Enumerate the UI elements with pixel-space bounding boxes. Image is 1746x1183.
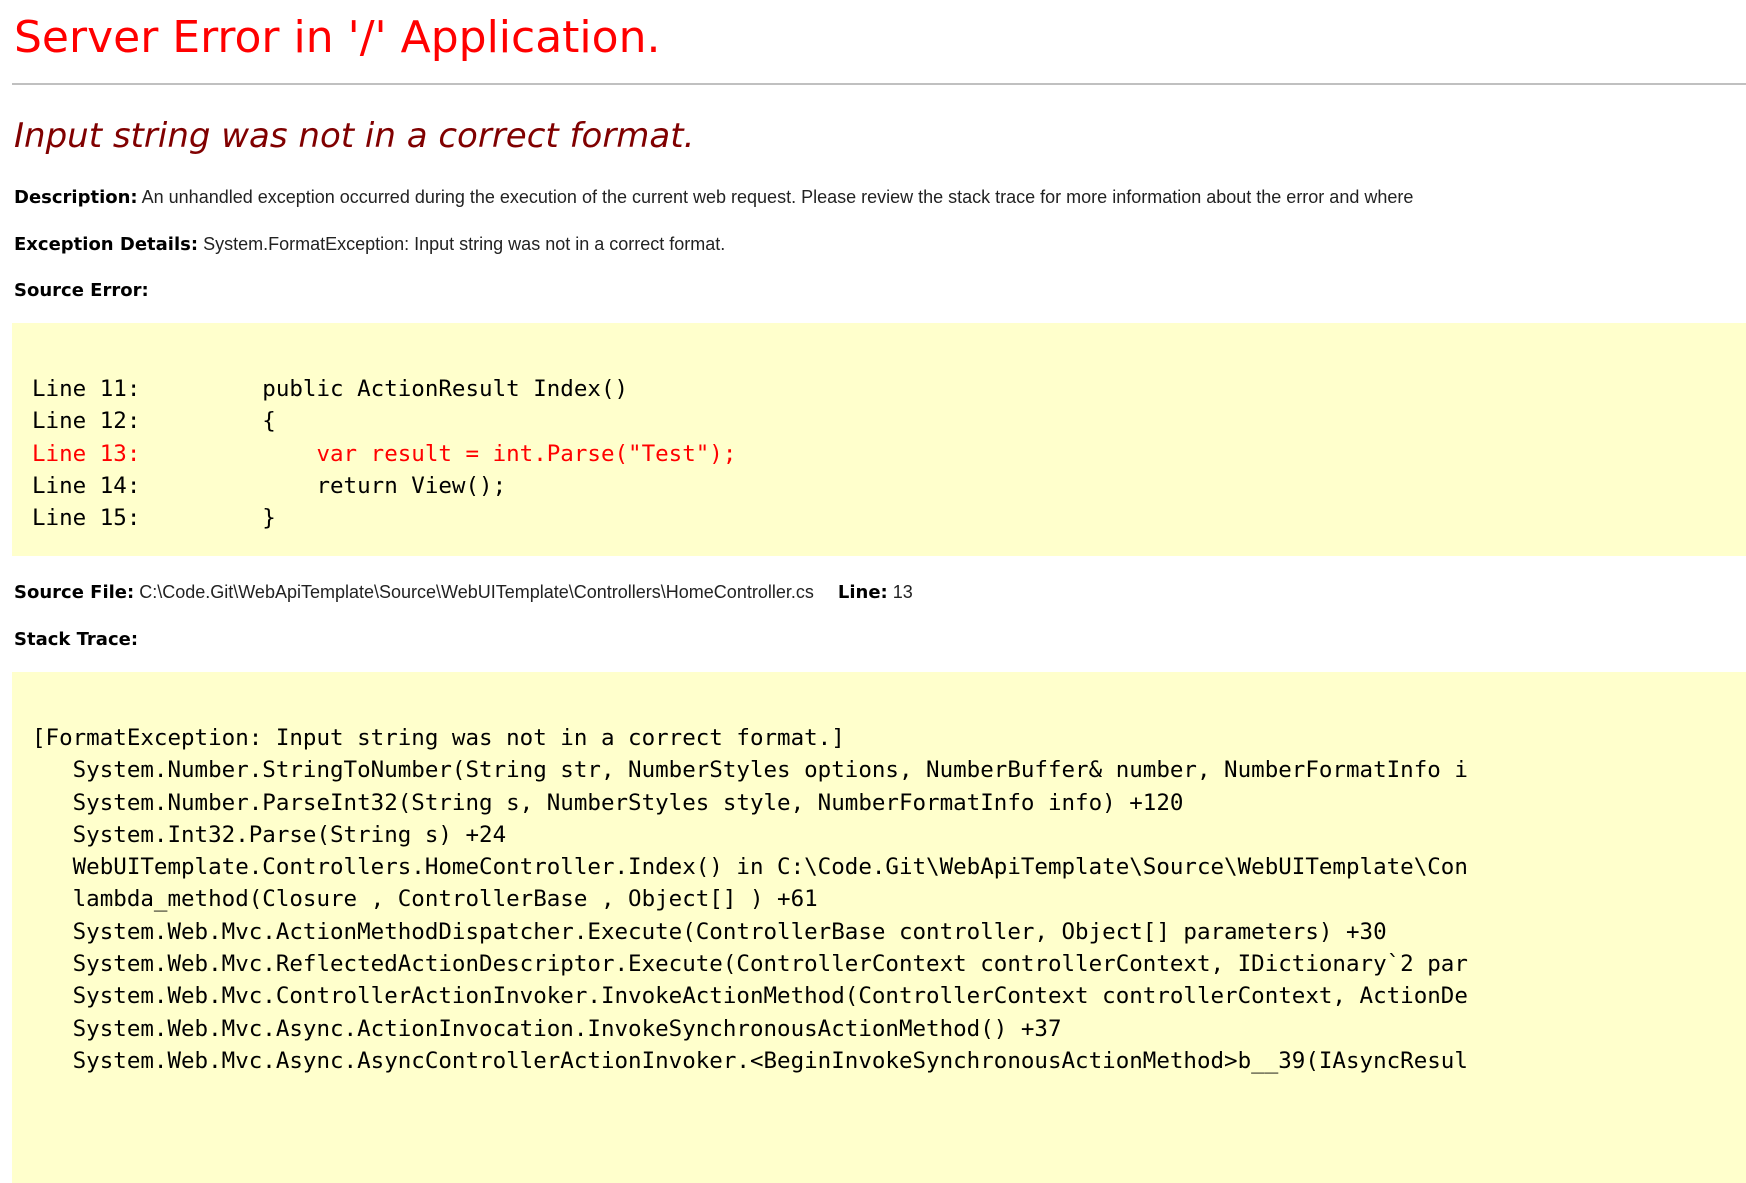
description: Description: An unhandled exception occu… [14, 185, 1413, 210]
stack-trace-heading: Stack Trace: [14, 627, 138, 652]
stack-trace-lines: [FormatException: Input string was not i… [32, 722, 1468, 1077]
description-label: Description: [14, 187, 138, 208]
source-code-lines: Line 11: public ActionResult Index() Line… [32, 373, 736, 534]
source-line-number: 13 [892, 582, 913, 602]
stack-trace-line: System.Web.Mvc.ReflectedActionDescriptor… [32, 951, 1468, 978]
stack-trace-line: System.Web.Mvc.Async.ActionInvocation.In… [32, 1015, 1062, 1042]
stack-trace-label: Stack Trace: [14, 629, 139, 650]
source-line-label: Line: [837, 582, 888, 603]
source-code-line: Line 15: } [32, 505, 276, 532]
source-file: Source File: C:\Code.Git\WebApiTemplate\… [14, 580, 913, 605]
stack-trace-line: System.Web.Mvc.Async.AsyncControllerActi… [32, 1047, 1468, 1074]
source-error-label: Source Error: [14, 280, 149, 301]
stack-trace-code-block: [FormatException: Input string was not i… [12, 672, 1746, 1183]
source-code-line: Line 11: public ActionResult Index() [32, 376, 629, 402]
stack-trace-line: System.Int32.Parse(String s) +24 [32, 821, 507, 848]
source-file-label: Source File: [14, 582, 135, 603]
stack-trace-line: WebUITemplate.Controllers.HomeController… [32, 854, 1468, 881]
error-page: Server Error in '/' Application. Input s… [0, 0, 1746, 1183]
stack-trace-line: System.Number.StringToNumber(String str,… [32, 757, 1468, 784]
source-code-line: Line 12: { [32, 408, 276, 435]
stack-trace-line: System.Web.Mvc.ActionMethodDispatcher.Ex… [32, 918, 1387, 945]
error-message: Input string was not in a correct format… [14, 116, 695, 156]
stack-trace-line: System.Number.ParseInt32(String s, Numbe… [32, 789, 1184, 816]
page-title: Server Error in '/' Application. [14, 12, 661, 63]
source-code-line: Line 14: return View(); [32, 472, 507, 499]
exception-details: Exception Details: System.FormatExceptio… [14, 232, 725, 257]
stack-trace-line: System.Web.Mvc.ControllerActionInvoker.I… [32, 983, 1468, 1010]
source-error-code-block: Line 11: public ActionResult Index() Line… [12, 323, 1746, 556]
stack-trace-line: [FormatException: Input string was not i… [32, 725, 845, 751]
title-divider [12, 83, 1746, 85]
stack-trace-line: lambda_method(Closure , ControllerBase ,… [32, 886, 818, 913]
description-text: An unhandled exception occurred during t… [141, 187, 1414, 207]
source-code-line-highlighted: Line 13: var result = int.Parse("Test"); [32, 440, 737, 467]
exception-details-label: Exception Details: [14, 234, 199, 255]
source-file-path: C:\Code.Git\WebApiTemplate\Source\WebUIT… [139, 582, 814, 602]
exception-details-text: System.FormatException: Input string was… [203, 234, 726, 254]
source-error-heading: Source Error: [14, 278, 149, 303]
